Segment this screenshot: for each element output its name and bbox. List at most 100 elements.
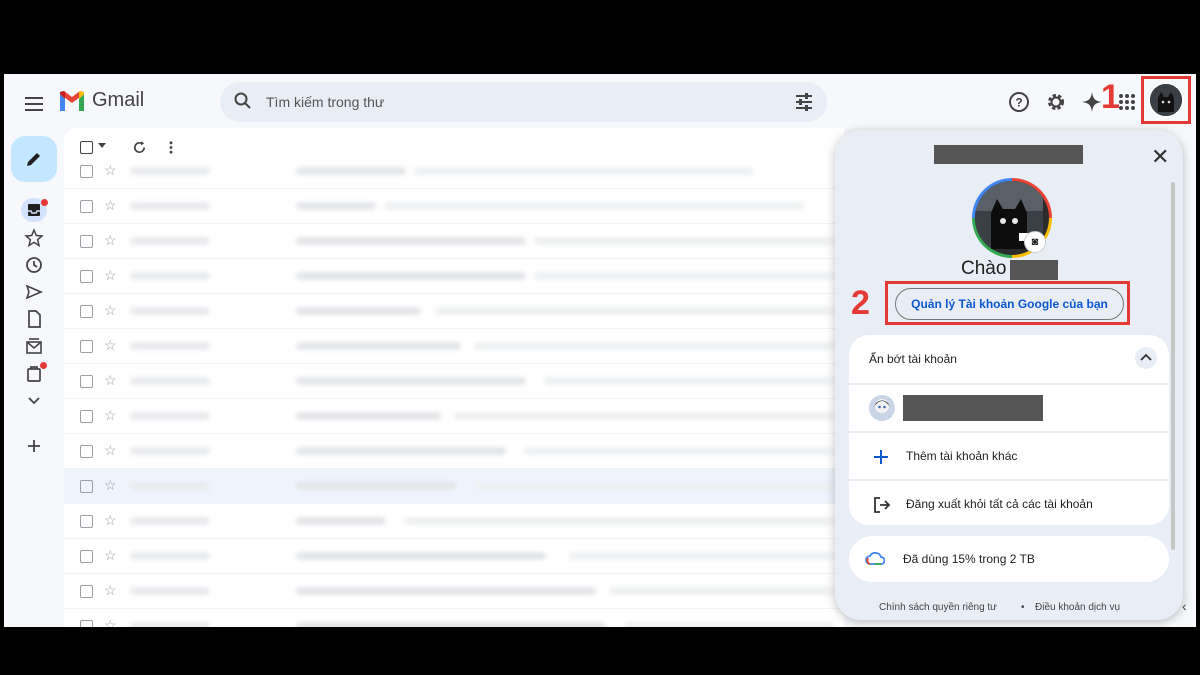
email-row[interactable]: ☆ <box>64 364 844 399</box>
pencil-icon <box>27 153 40 166</box>
select-dropdown-icon[interactable] <box>98 143 106 149</box>
secondary-account-item[interactable] <box>849 383 1169 433</box>
email-row[interactable]: ☆ <box>64 574 844 609</box>
star-icon[interactable]: ☆ <box>104 582 117 599</box>
side-panel-toggle-icon[interactable]: ‹ <box>1182 598 1187 614</box>
inbox-icon <box>28 204 40 216</box>
more-options-icon[interactable] <box>168 140 174 155</box>
email-row[interactable]: ☆ <box>64 294 844 329</box>
search-bar[interactable]: Tìm kiếm trong thư <box>220 82 827 122</box>
purchases-unread-dot <box>40 362 47 369</box>
storage-usage-label: Đã dùng 15% trong 2 TB <box>903 552 1035 566</box>
settings-gear-icon[interactable] <box>1045 91 1067 113</box>
email-row[interactable]: ☆ <box>64 224 844 259</box>
privacy-policy-link[interactable]: Chính sách quyền riêng tư <box>879 602 997 613</box>
step-1-highlight-box <box>1141 76 1191 124</box>
plus-icon <box>874 450 888 464</box>
star-icon[interactable]: ☆ <box>104 547 117 564</box>
row-checkbox[interactable] <box>80 235 93 248</box>
row-checkbox[interactable] <box>80 305 93 318</box>
search-input[interactable]: Tìm kiếm trong thư <box>266 94 384 110</box>
svg-text:?: ? <box>1015 96 1022 110</box>
star-icon[interactable]: ☆ <box>104 162 117 179</box>
star-icon[interactable]: ☆ <box>104 197 117 214</box>
star-icon[interactable]: ☆ <box>104 407 117 424</box>
row-checkbox[interactable] <box>80 340 93 353</box>
change-photo-camera-icon[interactable]: ◙ <box>1024 231 1046 253</box>
help-icon[interactable]: ? <box>1008 91 1030 113</box>
row-checkbox[interactable] <box>80 270 93 283</box>
star-icon[interactable]: ☆ <box>104 267 117 284</box>
gmail-logo-icon <box>60 91 84 111</box>
email-row[interactable]: ☆ <box>64 259 844 294</box>
chevron-up-icon[interactable] <box>1135 347 1157 369</box>
star-icon[interactable]: ☆ <box>104 617 117 627</box>
star-icon[interactable]: ☆ <box>104 512 117 529</box>
main-menu-icon[interactable] <box>22 92 46 116</box>
row-checkbox[interactable] <box>80 585 93 598</box>
greeting-label: Chào <box>961 258 1007 279</box>
add-account-item[interactable]: Thêm tài khoản khác <box>849 431 1169 481</box>
star-icon[interactable]: ☆ <box>104 477 117 494</box>
star-icon[interactable]: ☆ <box>104 232 117 249</box>
email-rows: ☆ ☆ ☆ ☆ ☆ ☆ ☆ ☆ ☆ ☆ ☆ ☆ ☆ ☆ <box>64 154 844 627</box>
email-row[interactable]: ☆ <box>64 154 844 189</box>
email-row[interactable]: ☆ <box>64 434 844 469</box>
select-all-checkbox[interactable] <box>80 141 93 154</box>
terms-of-service-link[interactable]: Điều khoản dịch vụ <box>1035 602 1120 613</box>
row-checkbox[interactable] <box>80 375 93 388</box>
row-checkbox[interactable] <box>80 620 93 627</box>
email-row[interactable]: ☆ <box>64 504 844 539</box>
redacted-account-email <box>903 395 1043 421</box>
gemini-sparkle-icon[interactable] <box>1081 91 1103 113</box>
drafts-icon[interactable] <box>24 309 44 329</box>
snoozed-clock-icon[interactable] <box>24 255 44 275</box>
all-mail-icon[interactable] <box>24 336 44 356</box>
refresh-icon[interactable] <box>132 140 147 155</box>
star-icon[interactable]: ☆ <box>104 372 117 389</box>
add-label-plus-icon[interactable] <box>24 436 44 456</box>
redacted-name <box>1010 260 1058 280</box>
logout-icon <box>874 497 891 513</box>
storage-usage-button[interactable]: Đã dùng 15% trong 2 TB <box>849 536 1169 582</box>
gmail-window: Gmail Tìm kiếm trong thư ? 1 ☆ ☆ ☆ ☆ ☆ ☆… <box>4 74 1196 627</box>
google-account-panel: ✕ ◙ Chào Quản lý Tài khoản Google của bạ… <box>835 130 1183 620</box>
panel-scrollbar[interactable] <box>1171 182 1175 550</box>
email-row[interactable]: ☆ <box>64 469 844 504</box>
starred-icon[interactable] <box>24 228 44 248</box>
more-chevron-down-icon[interactable] <box>24 390 44 410</box>
hide-accounts-toggle[interactable]: Ẩn bớt tài khoản <box>849 335 1169 383</box>
footer-separator: • <box>1021 602 1025 613</box>
sign-out-all-label: Đăng xuất khỏi tất cả các tài khoản <box>906 497 1093 511</box>
star-icon[interactable]: ☆ <box>104 442 117 459</box>
inbox-unread-dot <box>41 199 48 206</box>
email-list: ☆ ☆ ☆ ☆ ☆ ☆ ☆ ☆ ☆ ☆ ☆ ☆ ☆ ☆ <box>64 128 844 627</box>
hide-accounts-label: Ẩn bớt tài khoản <box>869 352 957 366</box>
add-account-label: Thêm tài khoản khác <box>906 449 1018 463</box>
row-checkbox[interactable] <box>80 515 93 528</box>
email-row[interactable]: ☆ <box>64 609 844 627</box>
row-checkbox[interactable] <box>80 165 93 178</box>
step-2-number: 2 <box>851 284 870 322</box>
email-row[interactable]: ☆ <box>64 539 844 574</box>
email-row[interactable]: ☆ <box>64 329 844 364</box>
row-checkbox[interactable] <box>80 445 93 458</box>
redacted-email <box>934 145 1083 164</box>
compose-button[interactable] <box>11 136 57 182</box>
sent-icon[interactable] <box>24 282 44 302</box>
sign-out-all-item[interactable]: Đăng xuất khỏi tất cả các tài khoản <box>849 479 1169 525</box>
email-row[interactable]: ☆ <box>64 399 844 434</box>
close-panel-icon[interactable]: ✕ <box>1151 144 1169 170</box>
accounts-card: Ẩn bớt tài khoản Thêm tài khoản khác Đăn… <box>849 335 1169 525</box>
step-2-highlight-box <box>885 281 1130 325</box>
gmail-brand-label: Gmail <box>92 89 145 111</box>
search-icon[interactable] <box>234 92 252 110</box>
row-checkbox[interactable] <box>80 410 93 423</box>
search-options-icon[interactable] <box>795 93 813 111</box>
star-icon[interactable]: ☆ <box>104 337 117 354</box>
row-checkbox[interactable] <box>80 200 93 213</box>
row-checkbox[interactable] <box>80 550 93 563</box>
star-icon[interactable]: ☆ <box>104 302 117 319</box>
row-checkbox[interactable] <box>80 480 93 493</box>
email-row[interactable]: ☆ <box>64 189 844 224</box>
